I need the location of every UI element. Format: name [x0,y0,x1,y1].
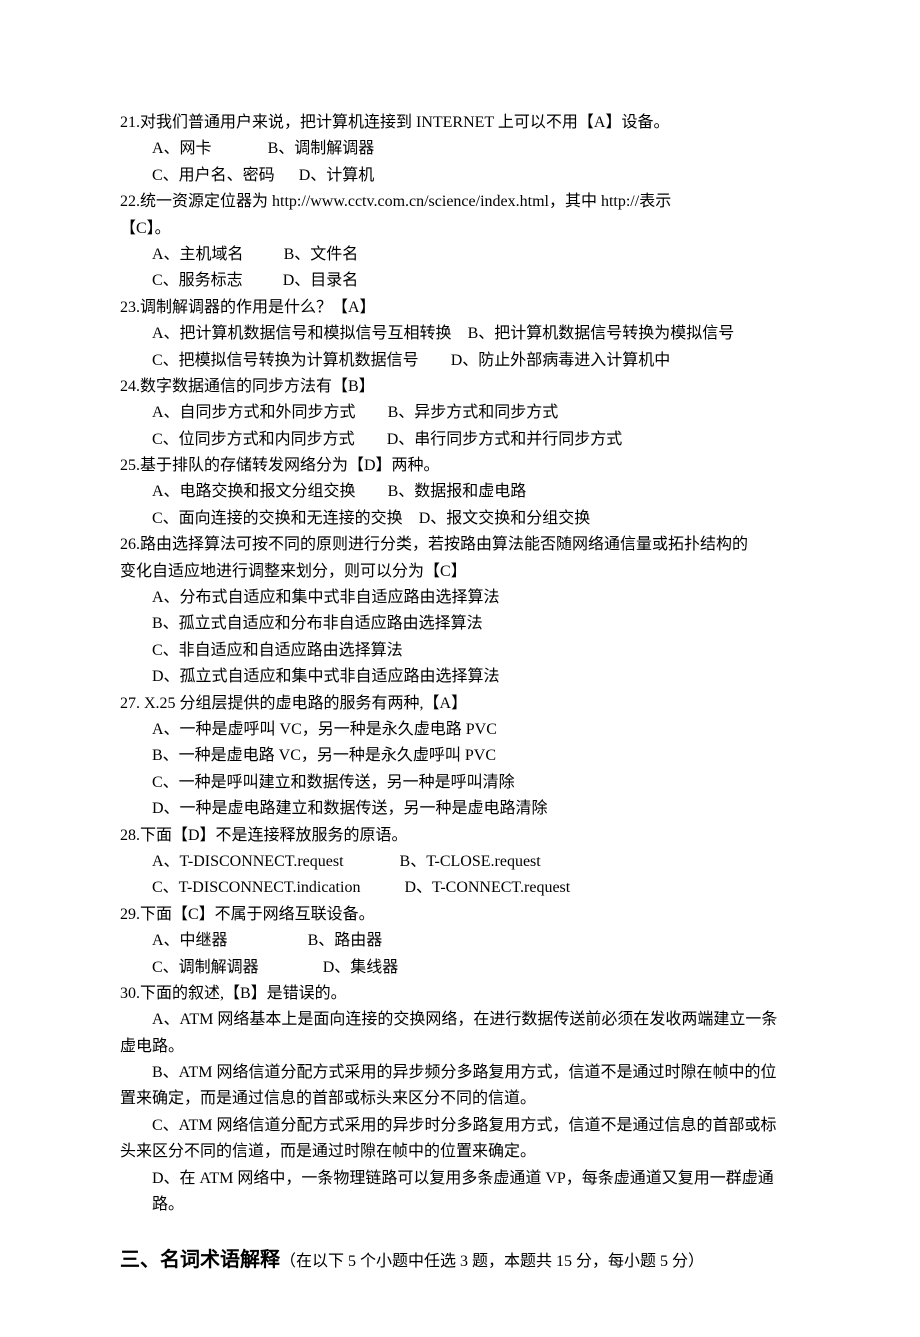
q23-row1: A、把计算机数据信号和模拟信号互相转换 B、把计算机数据信号转换为模拟信号 [120,321,800,347]
q22-stem2: 【C】。 [120,216,800,242]
q25-optC: C、面向连接的交换和无连接的交换 [152,510,403,527]
q25-stem: 25.基于排队的存储转发网络分为【D】两种。 [120,453,800,479]
q28-optA: A、T-DISCONNECT.request [152,853,344,870]
q27-optB: B、一种是虚电路 VC，另一种是永久虚呼叫 PVC [120,743,800,769]
q28-row1: A、T-DISCONNECT.request B、T-CLOSE.request [120,849,800,875]
q26-stem: 26.路由选择算法可按不同的原则进行分类，若按路由算法能否随网络通信量或拓扑结构… [120,532,800,558]
q23-optC: C、把模拟信号转换为计算机数据信号 [152,352,419,369]
q28-optB: B、T-CLOSE.request [400,853,541,870]
q28-stem: 28.下面【D】不是连接释放服务的原语。 [120,823,800,849]
q23-stem: 23.调制解调器的作用是什么？【A】 [120,295,800,321]
q30-optB2: 置来确定，而是通过信息的首部或标头来区分不同的信道。 [120,1086,800,1112]
q27-optA: A、一种是虚呼叫 VC，另一种是永久虚电路 PVC [120,717,800,743]
q24-optB: B、异步方式和同步方式 [388,404,559,421]
q26-optB: B、孤立式自适应和分布非自适应路由选择算法 [120,611,800,637]
q21-row1: A、网卡 B、调制解调器 [120,136,800,162]
q29-optB: B、路由器 [308,932,383,949]
q24-row1: A、自同步方式和外同步方式 B、异步方式和同步方式 [120,400,800,426]
q23-row2: C、把模拟信号转换为计算机数据信号 D、防止外部病毒进入计算机中 [120,348,800,374]
q25-optB: B、数据报和虚电路 [388,483,527,500]
q22-row2: C、服务标志 D、目录名 [120,268,800,294]
q24-optD: D、串行同步方式和并行同步方式 [387,431,623,448]
q22-optD: D、目录名 [283,272,359,289]
q28-optC: C、T-DISCONNECT.indication [152,879,360,896]
q23-optA: A、把计算机数据信号和模拟信号互相转换 [152,325,452,342]
q28-optD: D、T-CONNECT.request [404,879,570,896]
q28-row2: C、T-DISCONNECT.indication D、T-CONNECT.re… [120,875,800,901]
q27-optD: D、一种是虚电路建立和数据传送，另一种是虚电路清除 [120,796,800,822]
q22-row1: A、主机域名 B、文件名 [120,242,800,268]
q23-optD: D、防止外部病毒进入计算机中 [451,352,671,369]
q26-optD: D、孤立式自适应和集中式非自适应路由选择算法 [120,664,800,690]
q25-row1: A、电路交换和报文分组交换 B、数据报和虚电路 [120,479,800,505]
q29-stem: 29.下面【C】不属于网络互联设备。 [120,902,800,928]
q29-optD: D、集线器 [323,959,399,976]
q26-optC: C、非自适应和自适应路由选择算法 [120,638,800,664]
q27-stem: 27. X.25 分组层提供的虚电路的服务有两种,【A】 [120,691,800,717]
q26-optA: A、分布式自适应和集中式非自适应路由选择算法 [120,585,800,611]
q24-row2: C、位同步方式和内同步方式 D、串行同步方式和并行同步方式 [120,427,800,453]
q22-optB: B、文件名 [284,246,359,263]
q29-row2: C、调制解调器 D、集线器 [120,955,800,981]
q24-optA: A、自同步方式和外同步方式 [152,404,356,421]
section-3-title: 三、名词术语解释 [120,1249,280,1271]
q29-row1: A、中继器 B、路由器 [120,928,800,954]
q21-optB: B、调制解调器 [268,140,375,157]
q21-row2: C、用户名、密码 D、计算机 [120,163,800,189]
q21-optA: A、网卡 [152,140,212,157]
q21-optD: D、计算机 [299,167,375,184]
document-page: 21.对我们普通用户来说，把计算机连接到 INTERNET 上可以不用【A】设备… [0,0,920,1337]
q30-optA2: 虚电路。 [120,1034,800,1060]
q29-optA: A、中继器 [152,932,228,949]
q30-optC: C、ATM 网络信道分配方式采用的异步时分多路复用方式，信道不是通过信息的首部或… [120,1113,800,1139]
q30-stem: 30.下面的叙述,【B】是错误的。 [120,981,800,1007]
q30-optA: A、ATM 网络基本上是面向连接的交换网络，在进行数据传送前必须在发收两端建立一… [120,1007,800,1033]
q30-optC2: 头来区分不同的信道，而是通过时隙在帧中的位置来确定。 [120,1139,800,1165]
q22-optC: C、服务标志 [152,272,243,289]
q30-optD: D、在 ATM 网络中，一条物理链路可以复用多条虚通道 VP，每条虚通道又复用一… [120,1166,800,1219]
q30-optB: B、ATM 网络信道分配方式采用的异步频分多路复用方式，信道不是通过时隙在帧中的… [120,1060,800,1086]
q26-stem2: 变化自适应地进行调整来划分，则可以分为【C】 [120,559,800,585]
q27-optC: C、一种是呼叫建立和数据传送，另一种是呼叫清除 [120,770,800,796]
q22-optA: A、主机域名 [152,246,244,263]
q24-stem: 24.数字数据通信的同步方法有【B】 [120,374,800,400]
q21-stem: 21.对我们普通用户来说，把计算机连接到 INTERNET 上可以不用【A】设备… [120,110,800,136]
q25-optA: A、电路交换和报文分组交换 [152,483,356,500]
q23-optB: B、把计算机数据信号转换为模拟信号 [468,325,735,342]
q25-row2: C、面向连接的交换和无连接的交换 D、报文交换和分组交换 [120,506,800,532]
q29-optC: C、调制解调器 [152,959,259,976]
q25-optD: D、报文交换和分组交换 [419,510,591,527]
q24-optC: C、位同步方式和内同步方式 [152,431,355,448]
section-3-note: （在以下 5 个小题中任选 3 题，本题共 15 分，每小题 5 分） [280,1253,704,1270]
q22-stem: 22.统一资源定位器为 http://www.cctv.com.cn/scien… [120,189,800,215]
q21-optC: C、用户名、密码 [152,167,275,184]
section-3-heading: 三、名词术语解释（在以下 5 个小题中任选 3 题，本题共 15 分，每小题 5… [120,1244,800,1277]
